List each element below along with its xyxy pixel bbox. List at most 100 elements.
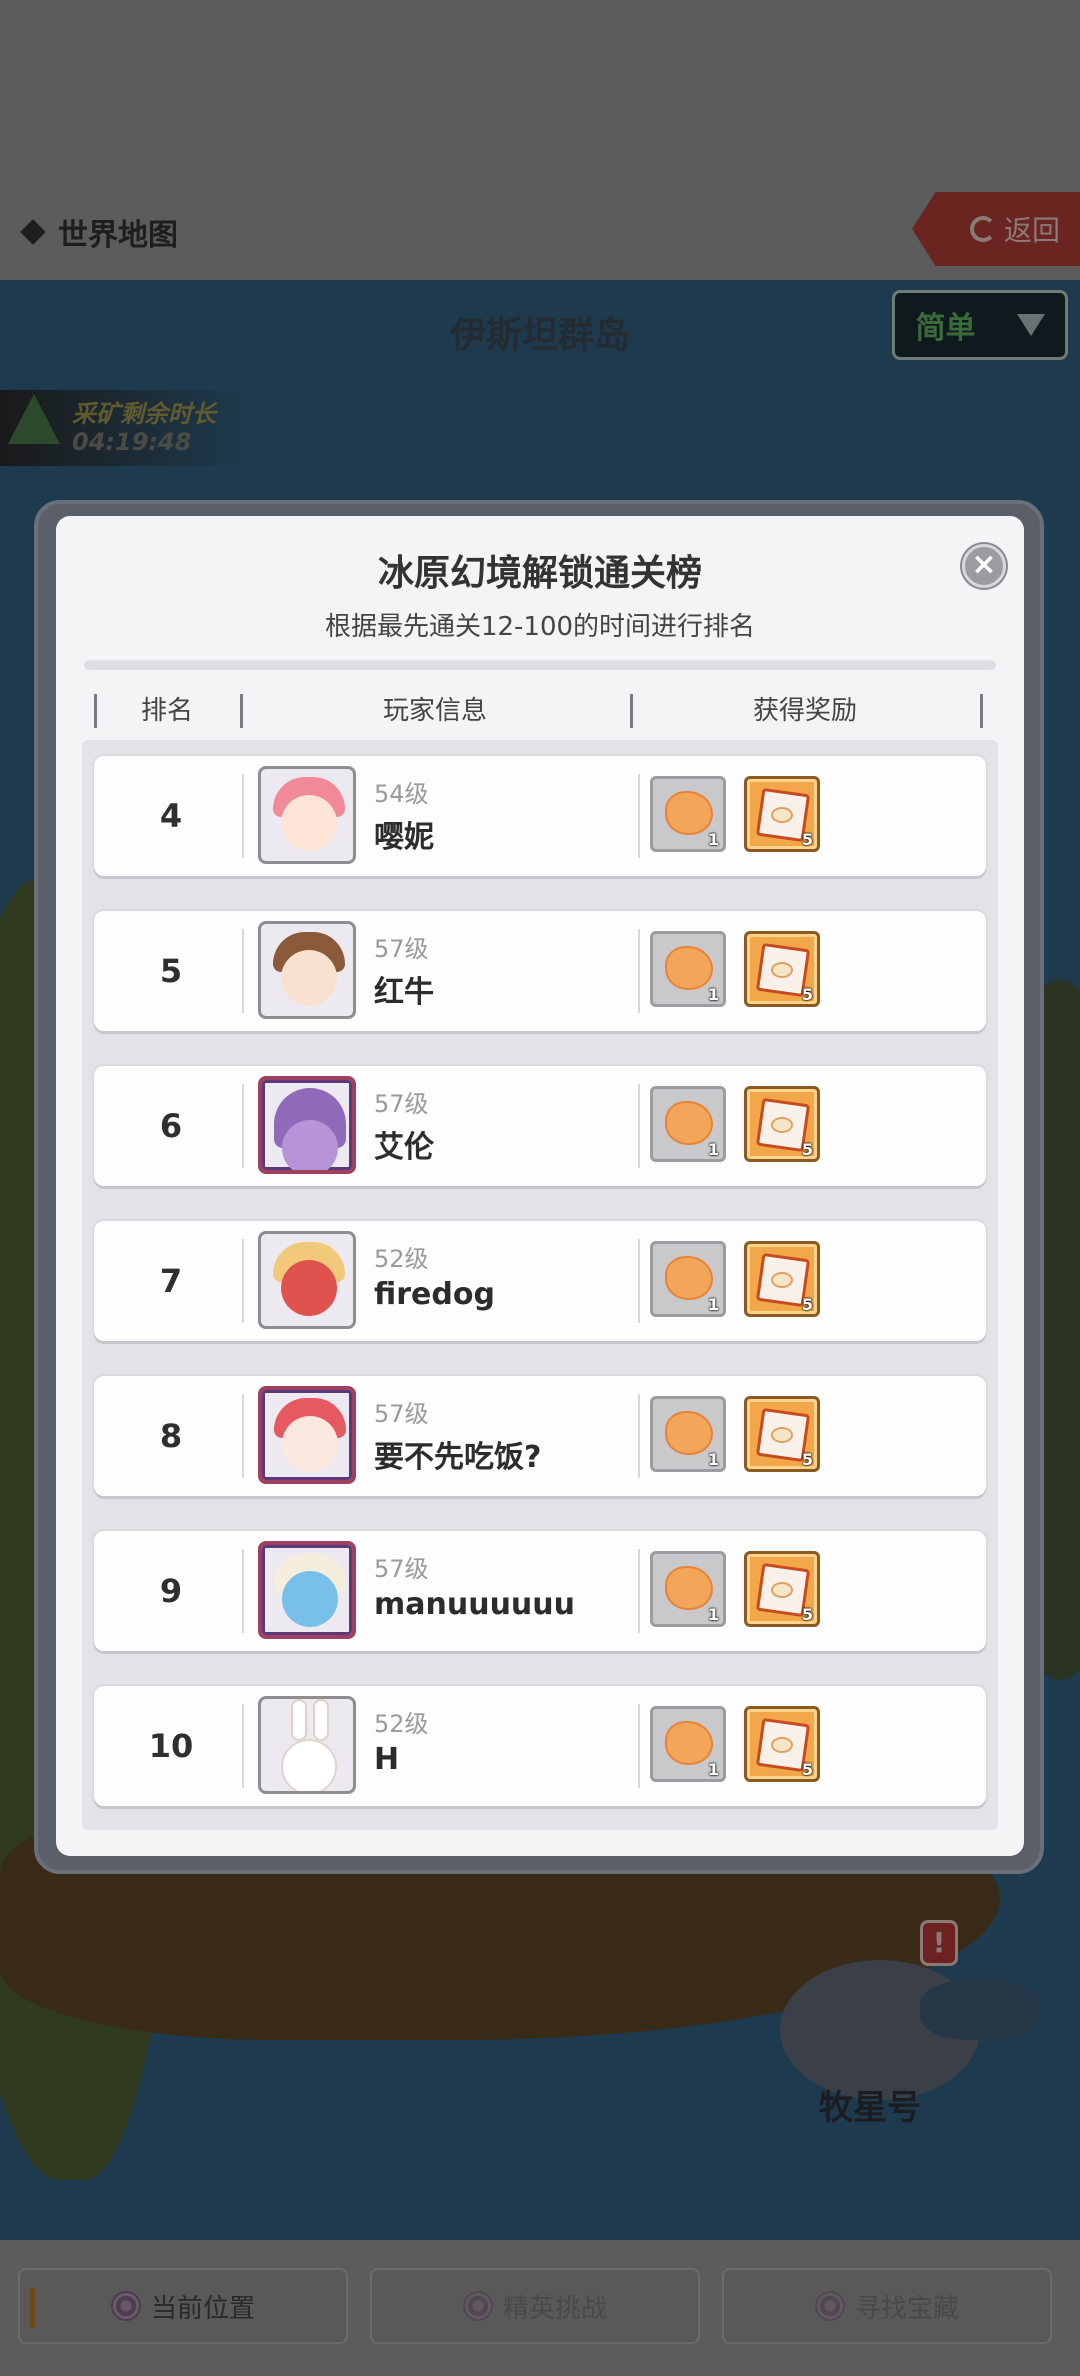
- reward-item-fragment[interactable]: 1: [650, 1241, 726, 1317]
- leaderboard-row: 9 57级 manuuuuuu 1 5: [94, 1531, 986, 1651]
- ship-fin-icon: [920, 1980, 1040, 2040]
- rank-number: 7: [159, 1262, 183, 1300]
- column-separator: [638, 1704, 640, 1788]
- reward-count: 5: [801, 1295, 813, 1314]
- reward-item-fragment[interactable]: 1: [650, 776, 726, 852]
- player-name: firedog: [374, 1277, 495, 1312]
- player-name: H: [374, 1742, 400, 1777]
- elite-challenge-label: 精英挑战: [502, 2293, 607, 2324]
- rabbit-ear-shape: [313, 1699, 329, 1741]
- world-map-label: 世界地图: [20, 210, 178, 254]
- rank-number: 6: [159, 1107, 183, 1145]
- tree-icon: [8, 394, 60, 444]
- reward-item-box[interactable]: 5: [744, 1396, 820, 1472]
- map-fragment-icon: [665, 1566, 713, 1610]
- player-avatar[interactable]: [258, 766, 356, 864]
- leaderboard-row: 7 52级 firedog 1 5: [94, 1221, 986, 1341]
- rank-number: 4: [159, 797, 183, 835]
- column-separator: [242, 774, 244, 858]
- player-level: 57级: [374, 1090, 429, 1118]
- difficulty-dropdown[interactable]: 简单: [892, 290, 1068, 360]
- reward-count: 1: [707, 830, 719, 849]
- face-shape: [281, 795, 337, 851]
- box-seal-icon: [771, 807, 793, 823]
- face-shape: [282, 1416, 338, 1472]
- player-level: 52级: [374, 1245, 429, 1273]
- column-separator: [638, 774, 640, 858]
- column-separator: [242, 1394, 244, 1478]
- rank-number: 5: [159, 952, 183, 990]
- map-fragment-icon: [665, 791, 713, 835]
- column-separator: [242, 1239, 244, 1323]
- leaderboard-row: 6 57级 艾伦 1 5: [94, 1066, 986, 1186]
- player-name: 红牛: [374, 975, 434, 1010]
- player-name: 嘤妮: [374, 820, 434, 855]
- reward-count: 1: [707, 1605, 719, 1624]
- player-level: 54级: [374, 780, 429, 808]
- leaderboard-row: 5 57级 红牛 1 5: [94, 911, 986, 1031]
- reward-count: 5: [801, 1760, 813, 1779]
- rank-number: 9: [159, 1572, 183, 1610]
- column-separator: [638, 929, 640, 1013]
- reward-item-box[interactable]: 5: [744, 1241, 820, 1317]
- player-level: 52级: [374, 1710, 429, 1738]
- ship-name: 牧星号: [819, 2088, 921, 2128]
- current-position-label: 当前位置: [150, 2293, 255, 2324]
- column-separator: [242, 1704, 244, 1788]
- leaderboard-row: 8 57级 要不先吃饭? 1 5: [94, 1376, 986, 1496]
- player-name: 要不先吃饭?: [374, 1440, 542, 1475]
- reward-item-box[interactable]: 5: [744, 931, 820, 1007]
- reward-item-fragment[interactable]: 1: [650, 931, 726, 1007]
- player-name: 艾伦: [374, 1130, 434, 1165]
- elite-challenge-button[interactable]: 精英挑战: [370, 2268, 700, 2344]
- player-avatar[interactable]: [258, 1231, 356, 1329]
- reward-item-fragment[interactable]: 1: [650, 1551, 726, 1627]
- find-treasure-button[interactable]: 寻找宝藏: [722, 2268, 1052, 2344]
- close-button[interactable]: ×: [962, 544, 1006, 588]
- leaderboard-list[interactable]: 4 54级 嘤妮 1 5 5 57级 红牛 1 5 6 57级 艾伦 1 5 7…: [82, 740, 998, 1830]
- reward-item-fragment[interactable]: 1: [650, 1706, 726, 1782]
- map-fragment-icon: [665, 1721, 713, 1765]
- mining-label: 采矿剩余时长: [72, 400, 216, 428]
- reward-item-box[interactable]: 5: [744, 1086, 820, 1162]
- player-avatar[interactable]: [258, 1541, 356, 1639]
- reward-item-fragment[interactable]: 1: [650, 1396, 726, 1472]
- flower-icon: [110, 2291, 141, 2321]
- reward-count: 5: [801, 1140, 813, 1159]
- bottom-nav: 当前位置 精英挑战 寻找宝藏: [0, 2240, 1080, 2376]
- reward-count: 5: [801, 1605, 813, 1624]
- player-avatar[interactable]: [258, 1696, 356, 1794]
- reward-count: 5: [801, 985, 813, 1004]
- map-fragment-icon: [665, 1256, 713, 1300]
- alert-icon: !: [920, 1920, 958, 1966]
- player-avatar[interactable]: [258, 921, 356, 1019]
- leaderboard-row: 10 52级 H 1 5: [94, 1686, 986, 1806]
- reward-item-fragment[interactable]: 1: [650, 1086, 726, 1162]
- face-shape: [281, 950, 337, 1006]
- reward-count: 1: [707, 1140, 719, 1159]
- back-button[interactable]: 返回: [912, 192, 1080, 266]
- reward-item-box[interactable]: 5: [744, 776, 820, 852]
- map-fragment-icon: [665, 1101, 713, 1145]
- reward-item-box[interactable]: 5: [744, 1706, 820, 1782]
- column-separator: [638, 1239, 640, 1323]
- modal-subtitle: 根据最先通关12-100的时间进行排名: [324, 612, 756, 642]
- world-map-text: 世界地图: [58, 218, 178, 253]
- find-treasure-label: 寻找宝藏: [854, 2293, 959, 2324]
- mining-timer: 采矿剩余时长 04:19:48: [0, 390, 250, 466]
- face-shape: [282, 1120, 338, 1170]
- box-seal-icon: [771, 1582, 793, 1598]
- back-arrow-icon: [969, 216, 996, 242]
- leaderboard-row: 4 54级 嘤妮 1 5: [94, 756, 986, 876]
- reward-count: 1: [707, 1760, 719, 1779]
- player-name: manuuuuuu: [374, 1587, 576, 1622]
- player-avatar[interactable]: [258, 1386, 356, 1484]
- box-seal-icon: [771, 1272, 793, 1288]
- back-label: 返回: [1003, 214, 1060, 247]
- reward-count: 5: [801, 830, 813, 849]
- current-position-button[interactable]: 当前位置: [18, 2268, 348, 2344]
- reward-item-box[interactable]: 5: [744, 1551, 820, 1627]
- column-separator: [242, 1084, 244, 1168]
- difficulty-value: 简单: [915, 311, 976, 346]
- player-avatar[interactable]: [258, 1076, 356, 1174]
